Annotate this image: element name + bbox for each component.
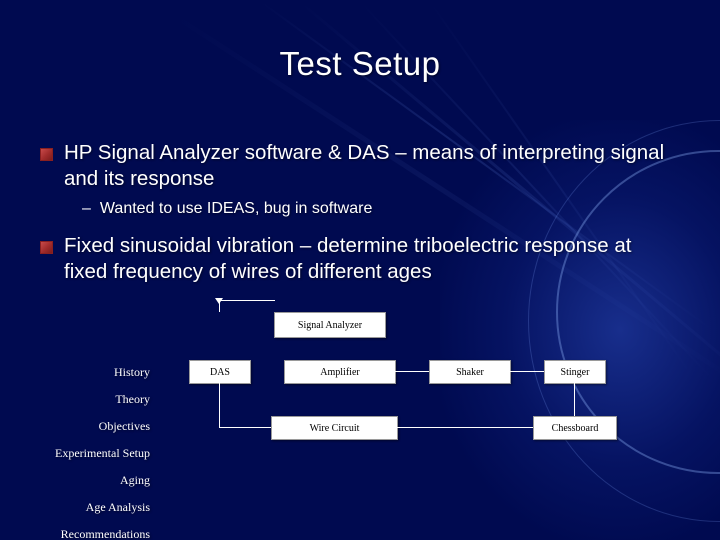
diagram-node-chessboard: Chessboard (533, 416, 617, 440)
diagram-node-wire-circuit: Wire Circuit (271, 416, 398, 440)
bullet-list: HP Signal Analyzer software & DAS – mean… (40, 140, 670, 289)
slide-title: Test Setup (279, 45, 441, 82)
bullet-text: HP Signal Analyzer software & DAS – mean… (64, 141, 665, 190)
diagram-connector (219, 427, 271, 428)
nav-item-age-analysis[interactable]: Age Analysis (0, 500, 160, 515)
dash-icon: – (82, 200, 91, 217)
diagram-node-shaker: Shaker (429, 360, 511, 384)
diagram-connector (396, 427, 533, 428)
diagram-node-signal-analyzer: Signal Analyzer (274, 312, 386, 338)
nav-item-history[interactable]: History (0, 365, 160, 380)
slide-canvas: Test Setup HP Signal Analyzer software &… (0, 0, 720, 540)
bullet-marker-icon (40, 241, 53, 254)
diagram-connector (219, 300, 275, 301)
nav-item-aging[interactable]: Aging (0, 473, 160, 488)
diagram-node-das: DAS (189, 360, 251, 384)
bullet-item: HP Signal Analyzer software & DAS – mean… (40, 140, 670, 192)
diagram-node-amplifier: Amplifier (284, 360, 396, 384)
diagram-connector (394, 371, 429, 372)
diagram-connector (509, 371, 544, 372)
sub-bullet-item: – Wanted to use IDEAS, bug in software (82, 198, 670, 219)
navigation-list: History Theory Objectives Experimental S… (0, 365, 160, 540)
diagram-connector (574, 382, 575, 416)
bullet-marker-icon (40, 148, 53, 161)
nav-item-objectives[interactable]: Objectives (0, 419, 160, 434)
bullet-text: Fixed sinusoidal vibration – determine t… (64, 234, 632, 283)
sub-bullet-text: Wanted to use IDEAS, bug in software (99, 200, 373, 217)
bullet-item: Fixed sinusoidal vibration – determine t… (40, 233, 670, 285)
diagram-connector (219, 382, 220, 427)
nav-item-theory[interactable]: Theory (0, 392, 160, 407)
diagram-node-stinger: Stinger (544, 360, 606, 384)
nav-item-experimental-setup[interactable]: Experimental Setup (0, 446, 160, 461)
diagram-arrowhead-icon (215, 298, 223, 304)
nav-item-recommendations[interactable]: Recommendations (0, 527, 160, 540)
